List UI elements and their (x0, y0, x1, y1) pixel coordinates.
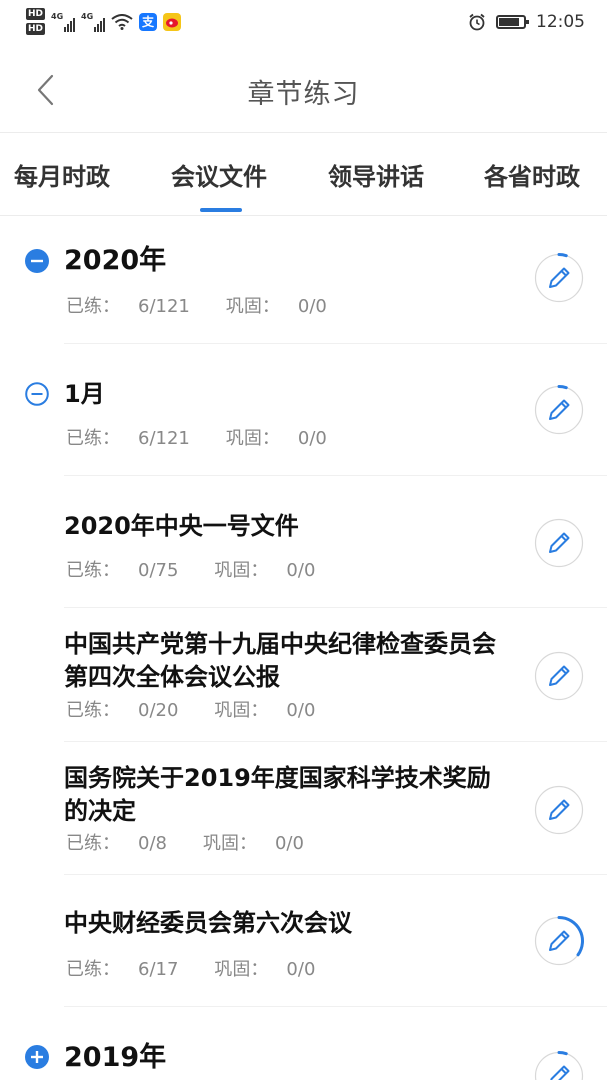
practiced-value: 6/121 (138, 296, 190, 317)
practiced-label: 已练： (66, 560, 120, 581)
list-item[interactable]: 1月 已练： 6/121 巩固： 0/0 (0, 344, 607, 475)
item-title: 2020年 (64, 245, 167, 276)
practiced-value: 0/8 (138, 833, 167, 854)
progress-ring-track (534, 518, 584, 568)
edit-pencil-icon[interactable] (534, 916, 584, 966)
item-title: 2019年 (64, 1042, 167, 1073)
consolidated-label: 巩固： (225, 428, 280, 449)
active-tab-indicator (200, 208, 242, 212)
progress-ring-track (534, 253, 584, 303)
edit-pencil-icon[interactable] (534, 785, 584, 835)
signal-icon-1: 4G (51, 11, 76, 32)
signal-1-label: 4G (51, 11, 64, 21)
progress-ring-arc (557, 253, 568, 258)
collapse-outline-icon[interactable] (25, 382, 49, 406)
edit-pencil-icon[interactable] (534, 651, 584, 701)
edit-pencil-icon[interactable] (534, 385, 584, 435)
item-stats: 已练： 0/20 巩固： 0/0 (66, 696, 333, 722)
status-left: HD HD 4G 4G 支 (26, 8, 182, 35)
consolidated-value: 0/0 (274, 833, 304, 854)
consolidated-value: 0/0 (286, 700, 316, 721)
consolidated-label: 巩固： (214, 560, 269, 581)
item-title: 中央财经委员会第六次会议 (64, 909, 352, 937)
weibo-icon (163, 12, 182, 31)
progress-ring-track (534, 651, 584, 701)
app-header: 章节练习 (0, 48, 607, 133)
alipay-glyph: 支 (142, 15, 155, 29)
hd1-badge: HD (26, 8, 46, 20)
tab-bar: 每月时政 会议文件 领导讲话 各省时政 (0, 133, 607, 216)
status-bar: HD HD 4G 4G 支 12:05 (0, 0, 607, 48)
list-item[interactable]: 2020年 已练： 6/121 巩固： 0/0 (0, 216, 607, 343)
progress-ring-track (534, 1051, 584, 1080)
progress-ring-track (534, 385, 584, 435)
item-title: 2020年中央一号文件 (64, 512, 299, 540)
list-item[interactable]: 中央财经委员会第六次会议 已练： 6/17 巩固： 0/0 (0, 875, 607, 1006)
page-title: 章节练习 (247, 79, 360, 110)
practiced-label: 已练： (66, 428, 120, 449)
item-title: 1月 (64, 380, 105, 408)
edit-pencil-icon[interactable] (534, 1051, 584, 1080)
signal-icon-2: 4G (81, 11, 106, 32)
consolidated-value: 0/0 (286, 560, 316, 581)
consolidated-value: 0/0 (297, 428, 327, 449)
practiced-value: 0/75 (138, 560, 179, 581)
progress-ring-arc (557, 1051, 568, 1056)
item-stats: 已练： 6/121 巩固： 0/0 (66, 292, 345, 318)
status-time: 12:05 (536, 12, 585, 32)
collapse-icon[interactable] (25, 249, 49, 273)
practiced-value: 6/17 (138, 959, 179, 980)
alipay-icon: 支 (139, 12, 158, 31)
item-stats: 已练： 0/75 巩固： 0/0 (66, 556, 333, 582)
list-item[interactable]: 2020年中央一号文件 已练： 0/75 巩固： 0/0 (0, 476, 607, 607)
item-stats: 已练： 6/121 巩固： 0/0 (66, 424, 345, 450)
practiced-label: 已练： (66, 700, 120, 721)
alarm-icon (469, 13, 485, 31)
progress-ring-track (534, 785, 584, 835)
tab-monthly-politics[interactable]: 每月时政 (14, 157, 110, 192)
consolidated-label: 巩固： (214, 959, 269, 980)
practiced-value: 6/121 (138, 428, 190, 449)
edit-pencil-icon[interactable] (534, 518, 584, 568)
tab-meeting-documents[interactable]: 会议文件 (171, 157, 267, 192)
expand-icon[interactable] (25, 1045, 49, 1069)
wifi-icon (111, 13, 133, 30)
list-item[interactable]: 国务院关于2019年度国家科学技术奖励的决定 已练： 0/8 巩固： 0/0 (0, 742, 607, 874)
battery-icon (496, 15, 529, 29)
consolidated-value: 0/0 (297, 296, 327, 317)
list-item[interactable]: 2019年 (0, 1007, 607, 1080)
consolidated-value: 0/0 (286, 959, 316, 980)
hd2-badge: HD (26, 23, 46, 35)
signal-2-label: 4G (81, 11, 94, 21)
tab-leader-speeches[interactable]: 领导讲话 (328, 157, 424, 192)
practiced-label: 已练： (66, 296, 120, 317)
tab-provincial-politics[interactable]: 各省时政 (484, 157, 580, 192)
list-item[interactable]: 中国共产党第十九届中央纪律检查委员会第四次全体会议公报 已练： 0/20 巩固： 0/… (0, 608, 607, 741)
consolidated-label: 巩固： (225, 296, 280, 317)
practiced-label: 已练： (66, 959, 120, 980)
consolidated-label: 巩固： (202, 833, 257, 854)
edit-pencil-icon[interactable] (534, 253, 584, 303)
consolidated-label: 巩固： (214, 700, 269, 721)
item-stats: 已练： 0/8 巩固： 0/0 (66, 829, 322, 855)
item-stats: 已练： 6/17 巩固： 0/0 (66, 955, 333, 981)
item-title: 国务院关于2019年度国家科学技术奖励的决定 (64, 764, 491, 825)
progress-ring-arc (557, 385, 568, 390)
hd-indicators: HD HD (26, 8, 46, 35)
practiced-label: 已练： (66, 833, 120, 854)
item-title: 中国共产党第十九届中央纪律检查委员会第四次全体会议公报 (64, 630, 496, 691)
status-right: 12:05 (468, 12, 585, 32)
practiced-value: 0/20 (138, 700, 179, 721)
